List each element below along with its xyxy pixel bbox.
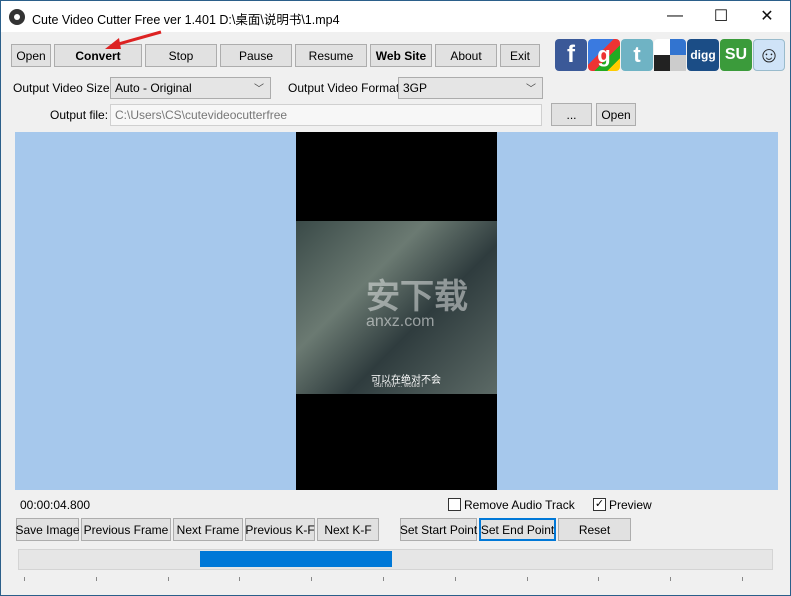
output-file-input[interactable]: C:\Users\CS\cutevideocutterfree bbox=[110, 104, 542, 126]
output-size-select[interactable]: Auto - Original ﹀ bbox=[110, 77, 271, 99]
timeline-tick bbox=[526, 577, 528, 581]
maximize-button[interactable]: ☐ bbox=[698, 1, 744, 31]
timeline-tick bbox=[670, 577, 672, 581]
video-subtitle-en: But now ... would I bbox=[374, 383, 424, 389]
stumbleupon-icon[interactable]: SU bbox=[720, 39, 752, 71]
delicious-icon[interactable] bbox=[654, 39, 686, 71]
open-button[interactable]: Open bbox=[11, 44, 51, 67]
next-frame-button[interactable]: Next Frame bbox=[173, 518, 243, 541]
preview-label: Preview bbox=[609, 498, 652, 512]
timeline-track[interactable] bbox=[18, 549, 773, 570]
timeline-tick bbox=[24, 577, 25, 581]
timeline-tick bbox=[383, 577, 384, 581]
resume-button[interactable]: Resume bbox=[295, 44, 367, 67]
exit-button[interactable]: Exit bbox=[500, 44, 540, 67]
watermark-text: 安下载 bbox=[366, 277, 468, 317]
previous-keyframe-button[interactable]: Previous K-F bbox=[245, 518, 315, 541]
output-format-value: 3GP bbox=[403, 81, 428, 95]
google-icon[interactable]: g bbox=[588, 39, 620, 71]
timeline-tick bbox=[598, 577, 600, 581]
website-button[interactable]: Web Site bbox=[370, 44, 432, 67]
window-title: Cute Video Cutter Free ver 1.401 D:\桌面\说… bbox=[32, 13, 340, 27]
next-keyframe-button[interactable]: Next K-F bbox=[317, 518, 379, 541]
facebook-icon[interactable]: f bbox=[555, 39, 587, 71]
time-readout: 00:00:04.800 bbox=[20, 498, 91, 512]
timeline-tick bbox=[239, 577, 241, 581]
reset-button[interactable]: Reset bbox=[558, 518, 631, 541]
set-start-point-button[interactable]: Set Start Point bbox=[400, 518, 477, 541]
digg-icon[interactable]: digg bbox=[687, 39, 719, 71]
twitter-icon[interactable]: t bbox=[621, 39, 653, 71]
timeline-tick bbox=[742, 577, 743, 581]
output-size-value: Auto - Original bbox=[115, 81, 192, 95]
watermark-sub: anxz.com bbox=[366, 313, 435, 330]
title-bar: Cute Video Cutter Free ver 1.401 D:\桌面\说… bbox=[1, 1, 790, 32]
reddit-icon[interactable]: ☺ bbox=[753, 39, 785, 71]
output-size-label: Output Video Size: bbox=[13, 81, 113, 95]
set-end-point-button[interactable]: Set End Point bbox=[479, 518, 556, 541]
save-image-button[interactable]: Save Image bbox=[15, 518, 80, 541]
preview-checkbox[interactable]: ✓ bbox=[593, 498, 606, 511]
remove-audio-label: Remove Audio Track bbox=[464, 498, 575, 512]
video-frame: 安下载 anxz.com 可以在绝对不会 But now ... would I bbox=[296, 221, 497, 394]
pause-button[interactable]: Pause bbox=[220, 44, 292, 67]
timeline-tick bbox=[454, 577, 456, 581]
previous-frame-button[interactable]: Previous Frame bbox=[81, 518, 171, 541]
remove-audio-checkbox[interactable] bbox=[448, 498, 461, 511]
app-icon bbox=[9, 9, 25, 25]
timeline-tick bbox=[167, 577, 169, 581]
close-button[interactable]: ✕ bbox=[744, 1, 790, 31]
about-button[interactable]: About bbox=[435, 44, 497, 67]
output-format-select[interactable]: 3GP ﹀ bbox=[398, 77, 543, 99]
chevron-down-icon: ﹀ bbox=[254, 84, 264, 95]
browse-button[interactable]: ... bbox=[551, 103, 592, 126]
timeline-tick bbox=[311, 577, 313, 581]
output-format-label: Output Video Format: bbox=[288, 81, 403, 95]
chevron-down-icon: ﹀ bbox=[526, 84, 536, 95]
timeline-selection[interactable] bbox=[199, 551, 392, 567]
open-folder-button[interactable]: Open bbox=[596, 103, 636, 126]
stop-button[interactable]: Stop bbox=[145, 44, 217, 67]
minimize-button[interactable]: — bbox=[652, 1, 698, 31]
timeline-tick bbox=[95, 577, 97, 581]
output-file-label: Output file: bbox=[50, 108, 109, 122]
